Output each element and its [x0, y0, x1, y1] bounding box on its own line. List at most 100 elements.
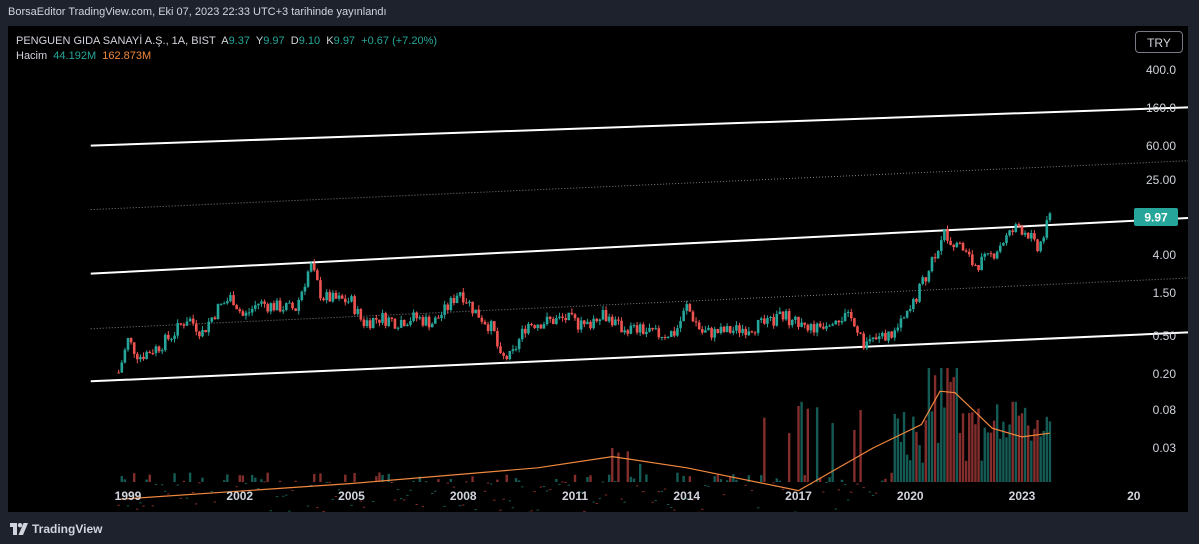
volume-bar-160 [614, 481, 617, 483]
candle-body-103 [437, 317, 440, 319]
candle-body-126 [508, 350, 512, 360]
candle-body-276 [974, 265, 977, 267]
candle-body-70 [334, 292, 338, 299]
candle-body-230 [831, 324, 834, 326]
candle-body-210 [769, 317, 772, 319]
symbol-name: PENGUEN GIDA SANAYİ A.Ş., 1A, BIST [16, 35, 216, 47]
candle-body-170 [645, 331, 648, 335]
candle-body-102 [434, 317, 437, 324]
candle-body-24 [191, 318, 195, 324]
candle-body-202 [744, 328, 748, 336]
volume-bar-188 [701, 508, 704, 510]
volume-bar-234 [843, 484, 847, 486]
candle-body-53 [281, 309, 285, 312]
candle-body-253 [902, 317, 906, 319]
volume-bar-266 [943, 407, 946, 482]
price-tick-label-5: 1.50 [1153, 286, 1177, 300]
candle-body-269 [952, 244, 956, 248]
volume-bar-11 [151, 505, 155, 507]
candle-body-190 [707, 327, 710, 331]
candle-body-264 [936, 250, 940, 259]
volume-bar-257 [915, 431, 918, 482]
volume-bar-232 [837, 489, 841, 491]
volume-bar-238 [856, 483, 859, 485]
candle-body-27 [201, 330, 204, 337]
volume-bar-6 [136, 508, 139, 510]
candle-body-109 [455, 295, 459, 304]
candle-body-8 [142, 356, 145, 359]
volume-bar-288 [1011, 401, 1014, 482]
candle-body-226 [818, 323, 822, 327]
candle-body-291 [1020, 226, 1024, 235]
candle-body-223 [809, 324, 813, 331]
volume-bar-242 [868, 491, 872, 493]
candle-body-9 [145, 351, 148, 359]
volume-bar-88 [390, 481, 394, 483]
volume-bar-115 [474, 509, 477, 511]
volume-bar-216 [787, 433, 791, 482]
candle-body-134 [533, 325, 536, 329]
volume-bar-89 [393, 499, 397, 501]
currency-button[interactable]: TRY [1135, 31, 1183, 53]
volume-bar-0 [117, 504, 120, 506]
candle-body-95 [412, 312, 415, 321]
price-tick-label-1: 160.0 [1146, 101, 1176, 115]
volume-bar-52 [278, 480, 282, 482]
candle-body-228 [825, 326, 828, 329]
chart-frame[interactable]: 400.0 160.0 60.00 25.00 4.00 1.50 0.50 0.20 0.08… [8, 26, 1188, 512]
volume-bar-119 [486, 482, 490, 484]
volume-bar-10 [148, 474, 151, 482]
volume-bar-280 [986, 432, 990, 482]
price-chart[interactable]: 400.0 160.0 60.00 25.00 4.00 1.50 0.50 0.20 0.08… [8, 26, 1188, 512]
volume-bar-194 [719, 479, 723, 482]
volume-bar-20 [179, 497, 182, 499]
candle-body-117 [480, 317, 484, 322]
candle-body-131 [524, 328, 527, 334]
candle-body-154 [595, 318, 599, 322]
candle-body-143 [561, 316, 564, 318]
candle-body-235 [846, 311, 850, 314]
candle-body-254 [905, 310, 909, 318]
candle-body-35 [226, 301, 229, 304]
candle-body-237 [853, 318, 856, 327]
volume-label: Hacim [16, 50, 48, 62]
candle-body-221 [803, 322, 807, 325]
candle-body-106 [446, 304, 450, 311]
volume-bar-178 [670, 506, 673, 508]
candle-body-133 [530, 323, 533, 326]
candle-body-100 [427, 316, 431, 328]
volume-bar-254 [905, 454, 909, 482]
candle-body-61 [306, 271, 310, 287]
candle-body-207 [759, 318, 763, 321]
candle-body-286 [1005, 235, 1008, 244]
candle-body-284 [998, 245, 1002, 252]
volume-bar-219 [797, 406, 800, 482]
volume-bar-155 [598, 497, 602, 499]
volume-bar-157 [604, 494, 608, 496]
candle-body-64 [316, 270, 319, 281]
last-price-tag: 9.97 [1134, 208, 1178, 226]
footer: TradingView [10, 520, 102, 538]
volume-bar-65 [319, 473, 322, 482]
volume-bar-31 [213, 501, 217, 503]
volume-ma-line [120, 390, 1050, 500]
tradingview-logo-icon [10, 523, 28, 535]
candle-body-115 [474, 309, 477, 314]
candle-body-186 [694, 321, 698, 323]
candle-body-118 [483, 321, 487, 325]
candle-body-38 [235, 305, 238, 310]
volume-bar-250 [893, 413, 896, 482]
volume-bar-173 [654, 500, 657, 502]
price-tick-label-7: 0.20 [1153, 367, 1177, 381]
candle-body-41 [244, 312, 248, 316]
volume-bar-19 [176, 484, 179, 486]
volume-bar-70 [334, 496, 338, 498]
time-tick-label-4: 2011 [562, 489, 588, 503]
candle-body-90 [396, 327, 400, 329]
candle-body-101 [430, 323, 434, 328]
volume-bar-261 [927, 368, 931, 482]
volume-bar-207 [760, 475, 763, 482]
candle-body-67 [325, 292, 328, 301]
volume-bar-292 [1023, 407, 1027, 482]
candle-body-96 [415, 312, 418, 319]
